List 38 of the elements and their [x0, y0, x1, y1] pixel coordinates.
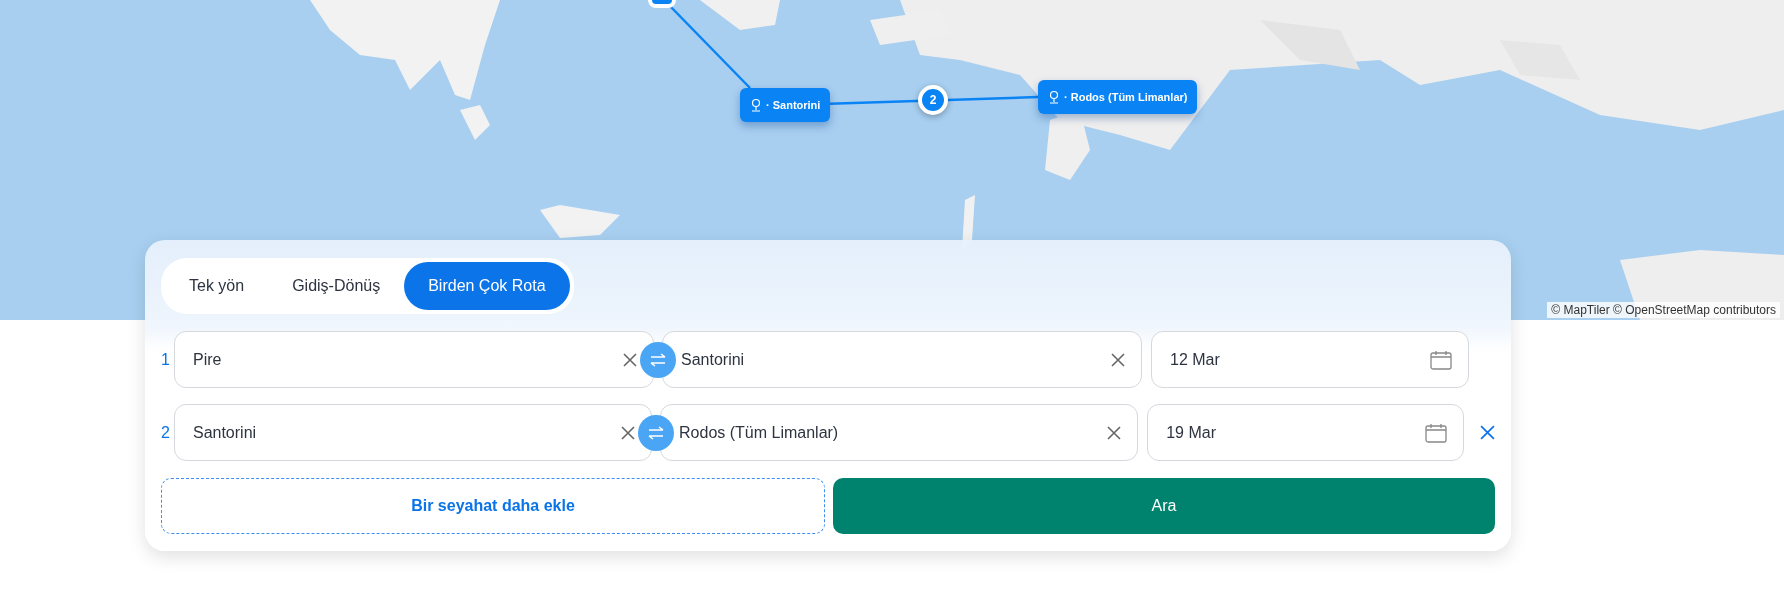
close-icon: [621, 425, 636, 440]
leg-number: 1: [161, 350, 171, 369]
map-marker[interactable]: · Santorini: [740, 88, 831, 122]
destination-field[interactable]: Rodos (Tüm Limanlar): [660, 404, 1139, 461]
trip-type-tab[interactable]: Gidiş-Dönüş: [268, 262, 405, 310]
calendar-icon: [1425, 422, 1448, 443]
port-icon: [1048, 90, 1060, 104]
map-marker[interactable]: · Rodos (Tüm Limanlar): [1038, 80, 1198, 114]
clear-button[interactable]: [1111, 352, 1125, 367]
date-field[interactable]: 19 Mar: [1147, 404, 1465, 461]
calendar-icon: [1430, 349, 1452, 370]
origin-field[interactable]: Santorini: [173, 404, 653, 461]
trip-type-tab[interactable]: Birden Çok Rota: [404, 262, 570, 310]
search-button[interactable]: Ara: [833, 478, 1495, 534]
clear-button[interactable]: [1107, 425, 1122, 440]
clear-button[interactable]: [623, 352, 637, 367]
map-attribution: © MapTiler © OpenStreetMap contributors: [1547, 302, 1780, 318]
swap-icon: [647, 425, 666, 440]
origin-field[interactable]: Pire: [174, 331, 654, 388]
close-icon: [1111, 352, 1125, 367]
swap-icon: [649, 352, 667, 367]
field-value: 19 Mar: [1166, 423, 1217, 442]
remove-leg-button[interactable]: [1480, 425, 1495, 440]
destination-field[interactable]: Santorini: [662, 331, 1142, 388]
field-value: Santorini: [681, 350, 746, 369]
field-value: Rodos (Tüm Limanlar): [679, 423, 840, 442]
field-value: Pire: [193, 350, 223, 369]
clear-button[interactable]: [621, 425, 636, 440]
port-icon: [750, 98, 762, 112]
field-value: Santorini: [192, 423, 258, 442]
date-field[interactable]: 12 Mar: [1151, 331, 1469, 388]
close-icon: [623, 352, 637, 367]
field-value: 12 Mar: [1170, 350, 1221, 369]
trip-type-tab[interactable]: Tek yön: [165, 262, 269, 310]
close-icon: [1107, 425, 1122, 440]
leg-number: 2: [161, 423, 171, 442]
add-trip-button[interactable]: Bir seyahat daha ekle: [161, 478, 825, 534]
close-icon: [1480, 425, 1495, 440]
